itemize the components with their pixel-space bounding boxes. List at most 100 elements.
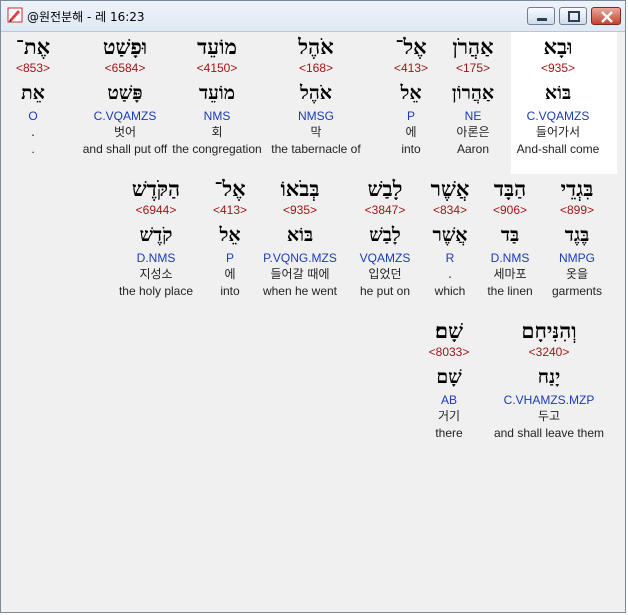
- word-cell[interactable]: אַהֲרֹן <175> אַהֲרוֹן NE 아론은 Aaron: [452, 34, 494, 157]
- strong-number: <834>: [432, 203, 468, 217]
- english-gloss: the linen: [487, 284, 533, 298]
- word-cell[interactable]: אֶל־ <413> אֵל P 에 into: [394, 34, 428, 157]
- interlinear-panel[interactable]: וּבָא <935> בּוֹא C.VQAMZS 들어가서 And-shall com…: [5, 32, 623, 610]
- word-cell[interactable]: וְהִנִּיחָם <3240> יָנַח C.VHAMZS.MZP 두고 and …: [494, 318, 604, 441]
- morphology-code: NE: [464, 109, 482, 123]
- word-cell[interactable]: הַבָּד <906> בַּד D.NMS 세마포 the linen: [487, 176, 532, 299]
- strong-number: <899>: [559, 203, 595, 217]
- hebrew-lemma: אֵת: [21, 82, 45, 104]
- korean-gloss: 아론은: [456, 125, 490, 139]
- english-gloss: .: [31, 142, 35, 156]
- hebrew-word: בְּבֹאוֹ: [280, 176, 320, 201]
- strong-number: <6584>: [104, 61, 146, 75]
- english-gloss: into: [220, 284, 240, 298]
- morphology-code: VQAMZS: [359, 251, 411, 265]
- strong-number: <175>: [455, 61, 491, 75]
- hebrew-word: הַקֹּדֶשׁ: [131, 176, 181, 201]
- hebrew-lemma: שָׁם: [436, 366, 462, 388]
- english-gloss: which: [434, 284, 466, 298]
- strong-number: <168>: [298, 61, 334, 75]
- title-bar[interactable]: @원전분해 - 레 16:23: [1, 1, 625, 32]
- korean-gloss: 에: [224, 267, 236, 281]
- word-cell[interactable]: לָבַשׁ <3847> לָבַשׁ VQAMZS 입었던 he put on: [360, 176, 411, 299]
- word-cell[interactable]: הַקֹּדֶשׁ <6944> קֹדֶשׁ D.NMS 지성소 the holy pl…: [119, 176, 193, 299]
- korean-gloss: 들어갈 때에: [270, 267, 330, 281]
- strong-number: <935>: [282, 203, 318, 217]
- word-cell[interactable]: בְּבֹאוֹ <935> בּוֹא P.VQNG.MZS 들어갈 때에 when h…: [263, 176, 337, 299]
- english-gloss: Aaron: [456, 142, 490, 156]
- close-icon: [601, 11, 613, 23]
- korean-gloss: 에: [405, 125, 417, 139]
- morphology-code: NMS: [203, 109, 231, 123]
- maximize-button[interactable]: [559, 7, 587, 25]
- hebrew-word: וּפָשַׁט: [102, 34, 148, 59]
- english-gloss: into: [401, 142, 421, 156]
- english-gloss: And-shall come: [516, 142, 600, 156]
- english-gloss: the congregation: [172, 142, 262, 156]
- close-button[interactable]: [591, 7, 621, 25]
- hebrew-word: שָׁם׃: [435, 318, 463, 343]
- word-cell[interactable]: שָׁם׃ <8033> שָׁם AB 거기 there: [429, 318, 470, 441]
- hebrew-lemma: קֹדֶשׁ: [139, 224, 173, 246]
- word-cell[interactable]: וּבָא <935> בּוֹא C.VQAMZS 들어가서 And-shall com…: [517, 34, 600, 157]
- hebrew-lemma: אֵל: [219, 224, 241, 246]
- morphology-code: P.VQNG.MZS: [263, 251, 337, 265]
- maximize-icon: [568, 11, 580, 22]
- word-cell[interactable]: אֶת־ <853> אֵת O..: [16, 34, 50, 157]
- korean-gloss: 지성소: [139, 267, 173, 281]
- morphology-code: C.VHAMZS.MZP: [503, 393, 595, 407]
- minimize-icon: [537, 18, 547, 21]
- morphology-code: P: [406, 109, 416, 123]
- hebrew-word: אֶל־: [214, 176, 246, 201]
- korean-gloss: 옷을: [565, 267, 589, 281]
- hebrew-lemma: בּוֹא: [544, 82, 572, 104]
- korean-gloss: 회: [211, 125, 223, 139]
- english-gloss: when he went: [262, 284, 338, 298]
- morphology-code: AB: [440, 393, 457, 407]
- korean-gloss: 막: [310, 125, 322, 139]
- hebrew-word: וְהִנִּיחָם: [521, 318, 577, 343]
- korean-gloss: 벗어: [113, 125, 137, 139]
- morphology-code: C.VQAMZS: [93, 109, 157, 123]
- morphology-code: R: [445, 251, 455, 265]
- strong-number: <4150>: [196, 61, 238, 75]
- word-cell[interactable]: מוֹעֵד <4150> מוֹעֵד NMS 회 the congregation: [172, 34, 261, 157]
- hebrew-word: אֲשֶׁר: [430, 176, 470, 201]
- hebrew-word: וּבָא: [543, 34, 573, 59]
- hebrew-word: אֶל־: [395, 34, 427, 59]
- hebrew-lemma: בַּד: [500, 224, 520, 246]
- hebrew-word: אֹהֶל: [298, 34, 334, 59]
- morphology-code: NMPG: [559, 251, 595, 265]
- korean-gloss: 세마포: [493, 267, 527, 281]
- english-gloss: there: [435, 426, 463, 440]
- word-cell[interactable]: אֹהֶל <168> אֹהֶל NMSG 막 the tabernacle of: [271, 34, 360, 157]
- app-icon: [7, 7, 23, 23]
- strong-number: <853>: [15, 61, 51, 75]
- window-title: @원전분해 - 레 16:23: [27, 10, 145, 24]
- hebrew-lemma: אֵל: [400, 82, 422, 104]
- korean-gloss: 두고: [537, 409, 561, 423]
- hebrew-lemma: מוֹעֵד: [198, 82, 235, 104]
- korean-gloss: 들어가서: [535, 125, 581, 139]
- strong-number: <8033>: [428, 345, 470, 359]
- english-gloss: and shall put off: [82, 142, 168, 156]
- hebrew-word: מוֹעֵד: [197, 34, 237, 59]
- strong-number: <3847>: [364, 203, 406, 217]
- strong-number: <413>: [212, 203, 248, 217]
- word-cell[interactable]: בִּגְדֵי <899> בֶּגֶד NMPG 옷을 garments: [552, 176, 602, 299]
- hebrew-lemma: אֲשֶׁר: [432, 224, 468, 246]
- word-cell[interactable]: אֶל־ <413> אֵל P 에 into: [213, 176, 247, 299]
- strong-number: <935>: [540, 61, 576, 75]
- word-cell[interactable]: אֲשֶׁר <834> אֲשֶׁר R. which: [431, 176, 470, 299]
- hebrew-lemma: בֶּגֶד: [564, 224, 590, 246]
- minimize-button[interactable]: [527, 7, 555, 25]
- strong-number: <6944>: [135, 203, 177, 217]
- strong-number: <3240>: [528, 345, 570, 359]
- strong-number: <906>: [492, 203, 528, 217]
- hebrew-lemma: אַהֲרוֹן: [451, 82, 495, 104]
- hebrew-word: הַבָּד: [493, 176, 527, 201]
- word-cell[interactable]: וּפָשַׁט <6584> פָּשַׁט C.VQAMZS 벗어 and shall…: [83, 34, 168, 157]
- morphology-code: NMSG: [298, 109, 334, 123]
- korean-gloss: .: [448, 267, 452, 281]
- english-gloss: the holy place: [118, 284, 194, 298]
